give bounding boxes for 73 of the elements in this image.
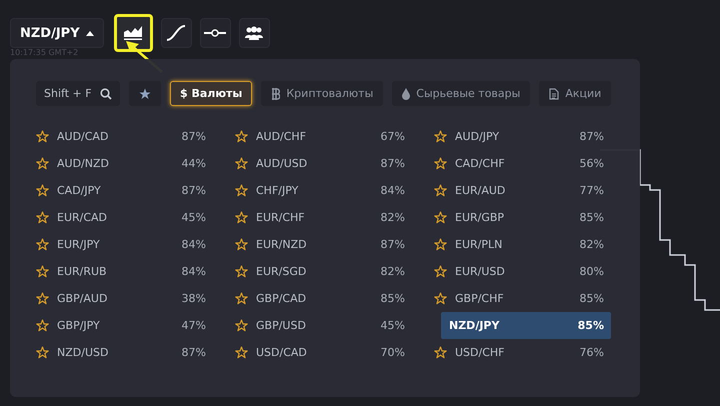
star-icon[interactable]: [434, 184, 447, 197]
slider-icon: [204, 28, 226, 38]
asset-row[interactable]: AUD/JPY 87%: [434, 123, 611, 150]
asset-row[interactable]: NZD/USD 87%: [36, 339, 213, 366]
category-tab[interactable]: Сырьевые товары: [392, 81, 530, 106]
asset-row[interactable]: AUD/CAD 87%: [36, 123, 213, 150]
star-icon[interactable]: [434, 265, 447, 278]
star-icon[interactable]: [235, 184, 248, 197]
asset-row[interactable]: EUR/USD 80%: [434, 258, 611, 285]
star-icon[interactable]: [36, 184, 49, 197]
star-icon[interactable]: [36, 292, 49, 305]
asset-row[interactable]: EUR/JPY 84%: [36, 231, 213, 258]
asset-row[interactable]: GBP/JPY 47%: [36, 312, 213, 339]
star-icon[interactable]: [434, 292, 447, 305]
asset-row[interactable]: EUR/CHF 82%: [235, 204, 412, 231]
drop-icon: [402, 88, 410, 100]
star-icon[interactable]: [235, 130, 248, 143]
star-icon[interactable]: [36, 157, 49, 170]
curve-icon: [166, 25, 186, 41]
asset-row[interactable]: AUD/CHF 67%: [235, 123, 412, 150]
star-icon[interactable]: [36, 319, 49, 332]
asset-row[interactable]: GBP/AUD 38%: [36, 285, 213, 312]
asset-row[interactable]: CAD/JPY 87%: [36, 177, 213, 204]
asset-row[interactable]: NZD/JPY 85%: [441, 312, 611, 339]
asset-row[interactable]: GBP/CAD 85%: [235, 285, 412, 312]
chart-type-button[interactable]: [200, 18, 231, 48]
asset-row[interactable]: USD/CAD 70%: [235, 339, 412, 366]
star-icon[interactable]: [36, 238, 49, 251]
asset-row[interactable]: EUR/PLN 82%: [434, 231, 611, 258]
star-icon[interactable]: [36, 211, 49, 224]
asset-row[interactable]: EUR/GBP 85%: [434, 204, 611, 231]
category-tab[interactable]: Криптовалюты: [261, 81, 384, 106]
area-chart-icon: [123, 25, 144, 41]
star-icon[interactable]: [434, 238, 447, 251]
asset-row[interactable]: EUR/SGD 82%: [235, 258, 412, 285]
star-icon[interactable]: [36, 346, 49, 359]
asset-row[interactable]: GBP/CHF 85%: [434, 285, 611, 312]
bitcoin-icon: [271, 88, 280, 100]
star-icon[interactable]: [36, 130, 49, 143]
asset-row[interactable]: CAD/CHF 56%: [434, 150, 611, 177]
star-icon[interactable]: [434, 211, 447, 224]
chart-type-button[interactable]: [160, 18, 192, 48]
asset-row[interactable]: EUR/RUB 84%: [36, 258, 213, 285]
star-icon[interactable]: [235, 238, 248, 251]
asset-row[interactable]: EUR/NZD 87%: [235, 231, 412, 258]
people-icon: [245, 26, 264, 40]
search-field[interactable]: Shift + F: [36, 81, 120, 106]
asset-row[interactable]: GBP/USD 45%: [235, 312, 412, 339]
asset-row[interactable]: CHF/JPY 84%: [235, 177, 412, 204]
star-icon[interactable]: [235, 211, 248, 224]
category-tab[interactable]: [129, 81, 161, 106]
category-tab[interactable]: Акции: [539, 81, 612, 106]
caret-up-icon: [86, 30, 94, 36]
asset-row[interactable]: EUR/AUD 77%: [434, 177, 611, 204]
star-icon[interactable]: [235, 157, 248, 170]
star-icon[interactable]: [434, 157, 447, 170]
star-icon[interactable]: [434, 130, 447, 143]
star-icon[interactable]: [235, 265, 248, 278]
asset-row[interactable]: EUR/CAD 45%: [36, 204, 213, 231]
star-icon[interactable]: [235, 346, 248, 359]
star-icon[interactable]: [36, 265, 49, 278]
document-icon: [549, 88, 560, 100]
star-icon[interactable]: [235, 319, 248, 332]
star-icon[interactable]: [235, 292, 248, 305]
pair-selector[interactable]: NZD/JPY: [10, 18, 104, 48]
search-icon: [100, 88, 112, 100]
category-tab[interactable]: $ Валюты: [170, 81, 252, 106]
chart-type-button[interactable]: [238, 18, 270, 48]
asset-row[interactable]: AUD/USD 87%: [235, 150, 412, 177]
star-icon: [139, 88, 151, 100]
asset-row[interactable]: AUD/NZD 44%: [36, 150, 213, 177]
star-icon[interactable]: [434, 346, 447, 359]
asset-row[interactable]: USD/CHF 76%: [434, 339, 611, 366]
